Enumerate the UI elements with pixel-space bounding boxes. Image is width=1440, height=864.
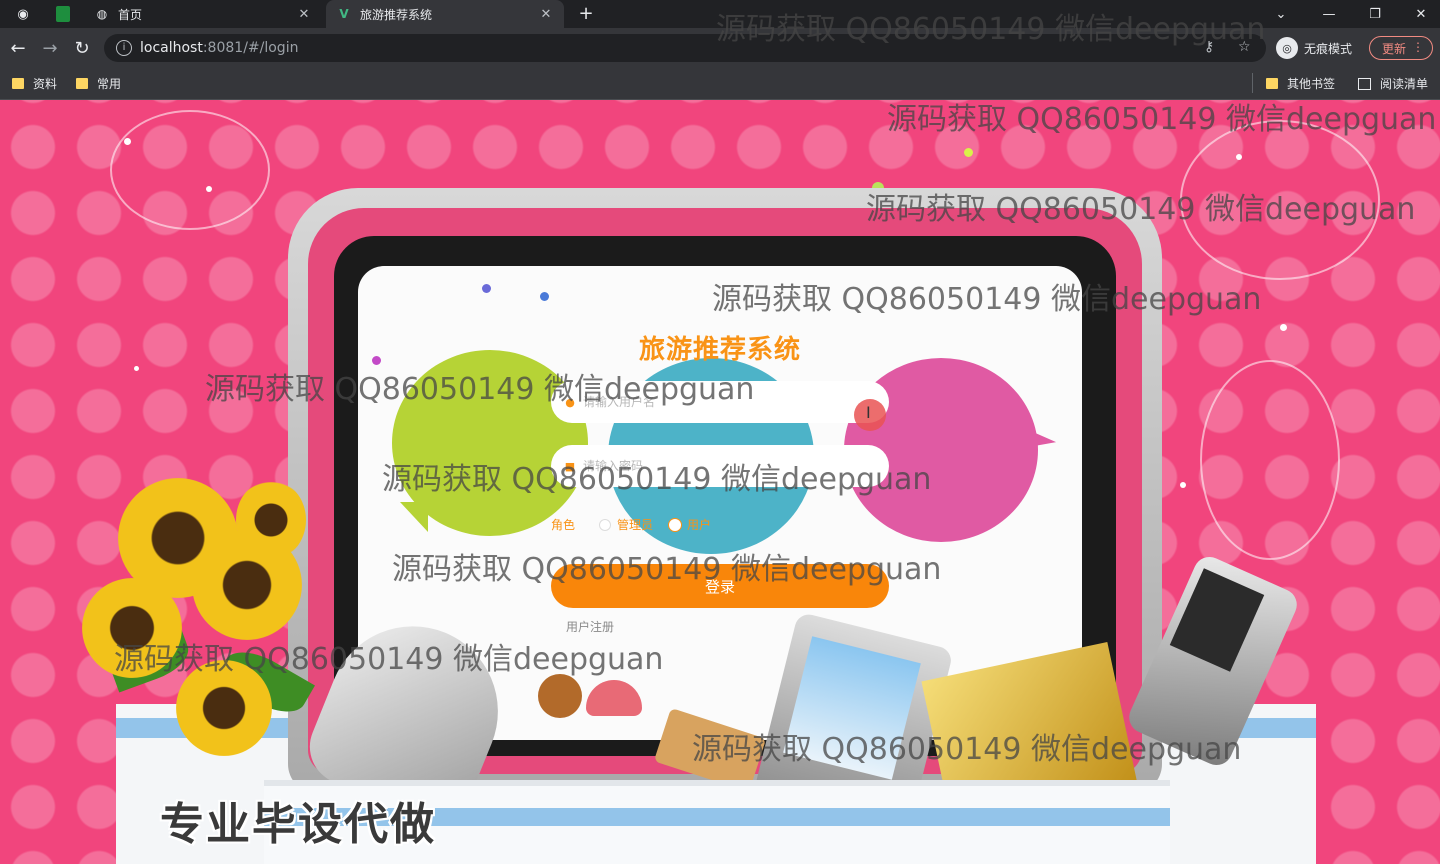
username-field[interactable]: ● [551,381,889,423]
role-radio-admin[interactable] [599,518,612,531]
menu-icon: ⋮ [1412,40,1424,54]
tab-travel-system[interactable]: V 旅游推荐系统 ✕ [326,0,564,28]
folder-icon [76,78,88,89]
reading-list-icon [1358,77,1371,90]
sheets-icon[interactable] [52,4,74,24]
address-bar[interactable]: i localhost:8081/#/login ⚷ ☆ [104,34,1266,62]
role-label: 角色 [551,518,576,532]
globe-icon: ◍ [96,7,108,21]
swirl-decoration [110,110,270,230]
role-selector: 角色 管理员 用户 [551,516,727,533]
login-title: 旅游推荐系统 [638,335,801,365]
update-button[interactable]: 更新 ⋮ [1369,36,1433,60]
tab-home[interactable]: ◍ 首页 ✕ [84,0,322,28]
tab-strip: ◉ ◍ 首页 ✕ V 旅游推荐系统 ✕ + ⌄ — ❐ ✕ [0,0,1440,28]
back-icon[interactable]: ← [6,36,30,60]
bookmark-label: 常用 [97,77,122,91]
tab-search-chevron-icon[interactable]: ⌄ [1258,0,1304,28]
bookmark-ziliao[interactable]: 资料 [12,75,57,92]
register-link[interactable]: 用户注册 [566,618,614,635]
bookmarks-bar: 资料 常用 其他书签 阅读清单 [0,68,1440,100]
gingerbread-doll-image [538,674,582,718]
folder-icon [1266,78,1278,89]
browser-toolbar: ← → ↻ i localhost:8081/#/login ⚷ ☆ ◎ 无痕模… [0,28,1440,68]
login-page-background: 旅游推荐系统 ● ■ 角色 管理员 用户 登录 用户注册 I [0,100,1440,864]
speech-bubble-tail [1009,414,1057,450]
forward-icon[interactable]: → [38,36,62,60]
window-close-icon[interactable]: ✕ [1398,0,1440,28]
tab-label: 旅游推荐系统 [360,7,433,22]
role-option-label[interactable]: 用户 [687,516,711,533]
password-field[interactable]: ■ [551,445,889,487]
password-input[interactable] [583,459,873,473]
restore-icon[interactable]: ❐ [1352,0,1398,28]
folder-icon [12,78,24,89]
close-icon[interactable]: ✕ [296,7,312,22]
sparkle-dot [134,366,139,371]
reload-icon[interactable]: ↻ [70,36,94,60]
tab-search-icon[interactable]: ◉ [12,4,34,24]
key-icon[interactable]: ⚷ [1204,39,1214,55]
purple-dot [482,284,491,293]
sparkle-dot [1180,482,1186,488]
username-input[interactable] [583,395,873,409]
promo-text: 专业毕设代做 [160,799,436,850]
profile-label: 无痕模式 [1304,41,1353,56]
new-tab-button[interactable]: + [574,3,598,25]
incognito-profile[interactable]: ◎ 无痕模式 [1276,36,1352,60]
bookmark-changyong[interactable]: 常用 [76,75,121,92]
star-icon[interactable]: ☆ [1238,39,1251,55]
bookmark-label: 资料 [33,77,58,91]
bookmark-label: 阅读清单 [1380,77,1429,91]
sparkle-dot [1280,324,1287,331]
incognito-icon: ◎ [1276,37,1298,59]
sunflower-image [236,480,306,560]
reading-list[interactable]: 阅读清单 [1358,75,1428,92]
sparkle-dot [124,138,131,145]
login-button[interactable]: 登录 [551,564,889,608]
url-path: :8081/#/login [202,40,299,56]
blue-dot [540,292,549,301]
url-host: localhost [140,40,203,56]
sunflower-image [176,660,272,756]
user-icon: ● [565,395,575,409]
lock-icon: ■ [564,459,576,473]
swirl-decoration [1200,360,1340,560]
info-icon[interactable]: i [116,40,132,56]
close-icon[interactable]: ✕ [538,7,554,22]
sparkle-dot [1236,154,1242,160]
bookmark-divider [1252,73,1253,93]
bookmark-label: 其他书签 [1287,77,1336,91]
speech-bubble-tail [400,502,428,532]
swirl-decoration [1180,120,1380,280]
role-radio-user[interactable] [669,518,682,531]
tab-label: 首页 [118,7,143,22]
vue-icon: V [339,7,349,21]
update-label: 更新 [1382,41,1407,56]
sunflower-image [82,578,182,678]
text-cursor-icon: I [866,403,871,422]
yellow-dot [964,148,973,157]
role-option-label[interactable]: 管理员 [617,516,653,533]
sparkle-dot [206,186,212,192]
bookmark-other[interactable]: 其他书签 [1266,75,1335,92]
minimize-icon[interactable]: — [1306,0,1352,28]
